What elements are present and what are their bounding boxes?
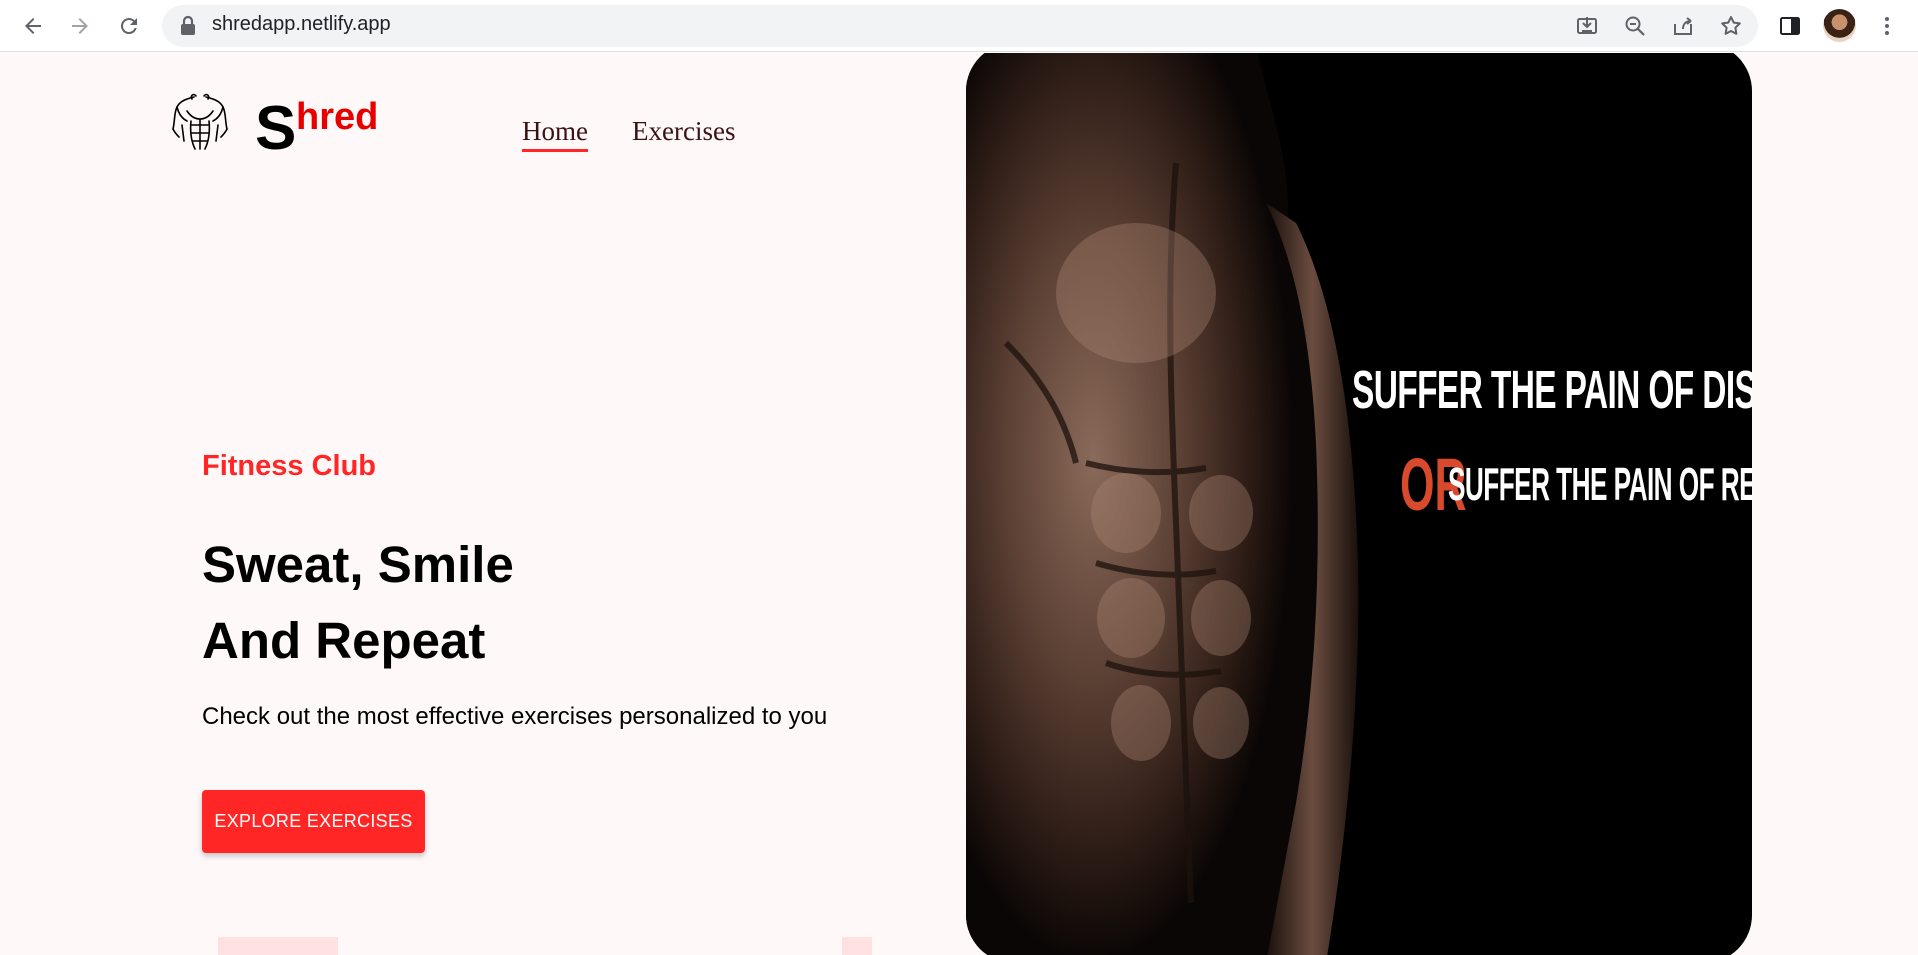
muscle-torso-logo-icon[interactable] <box>170 91 230 153</box>
decorative-block <box>842 937 872 955</box>
nav-home-link[interactable]: Home <box>522 118 588 152</box>
nav-exercises-link[interactable]: Exercises <box>632 118 735 145</box>
zoom-icon[interactable] <box>1621 12 1649 40</box>
hero-eyebrow: Fitness Club <box>202 450 377 482</box>
bookmark-star-icon[interactable] <box>1717 12 1745 40</box>
lock-icon[interactable] <box>178 15 198 37</box>
browser-toolbar: shredapp.netlify.app <box>0 0 1918 52</box>
banner-quote-line-1: SUFFER THE PAIN OF DISCIPLINE <box>1352 360 1752 420</box>
headline-line-2: And Repeat <box>202 612 486 669</box>
menu-dots-icon[interactable] <box>1873 12 1901 40</box>
side-panel-icon[interactable] <box>1776 12 1804 40</box>
hero-subtext: Check out the most effective exercises p… <box>202 703 828 730</box>
hero-banner-image: SUFFER THE PAIN OF DISCIPLINE OR SUFFER … <box>966 53 1752 955</box>
explore-exercises-button[interactable]: EXPLORE EXERCISES <box>202 790 425 853</box>
address-bar[interactable] <box>162 5 1758 47</box>
install-icon[interactable] <box>1573 12 1601 40</box>
brand-name[interactable]: hred <box>296 98 378 136</box>
share-icon[interactable] <box>1669 12 1697 40</box>
headline-line-1: Sweat, Smile <box>202 536 514 593</box>
profile-avatar[interactable] <box>1823 9 1856 42</box>
hero-headline: Sweat, Smile And Repeat <box>202 527 514 679</box>
reload-icon[interactable] <box>113 10 145 42</box>
url-text[interactable]: shredapp.netlify.app <box>212 13 391 36</box>
brand-initial[interactable]: S <box>255 98 296 160</box>
banner-quote-line-2: SUFFER THE PAIN OF REGRET <box>1448 458 1752 510</box>
forward-icon[interactable] <box>64 10 96 42</box>
page-content: S hred Home Exercises Fitness Club Sweat… <box>0 53 1918 955</box>
back-icon[interactable] <box>17 10 49 42</box>
decorative-block <box>218 937 338 955</box>
